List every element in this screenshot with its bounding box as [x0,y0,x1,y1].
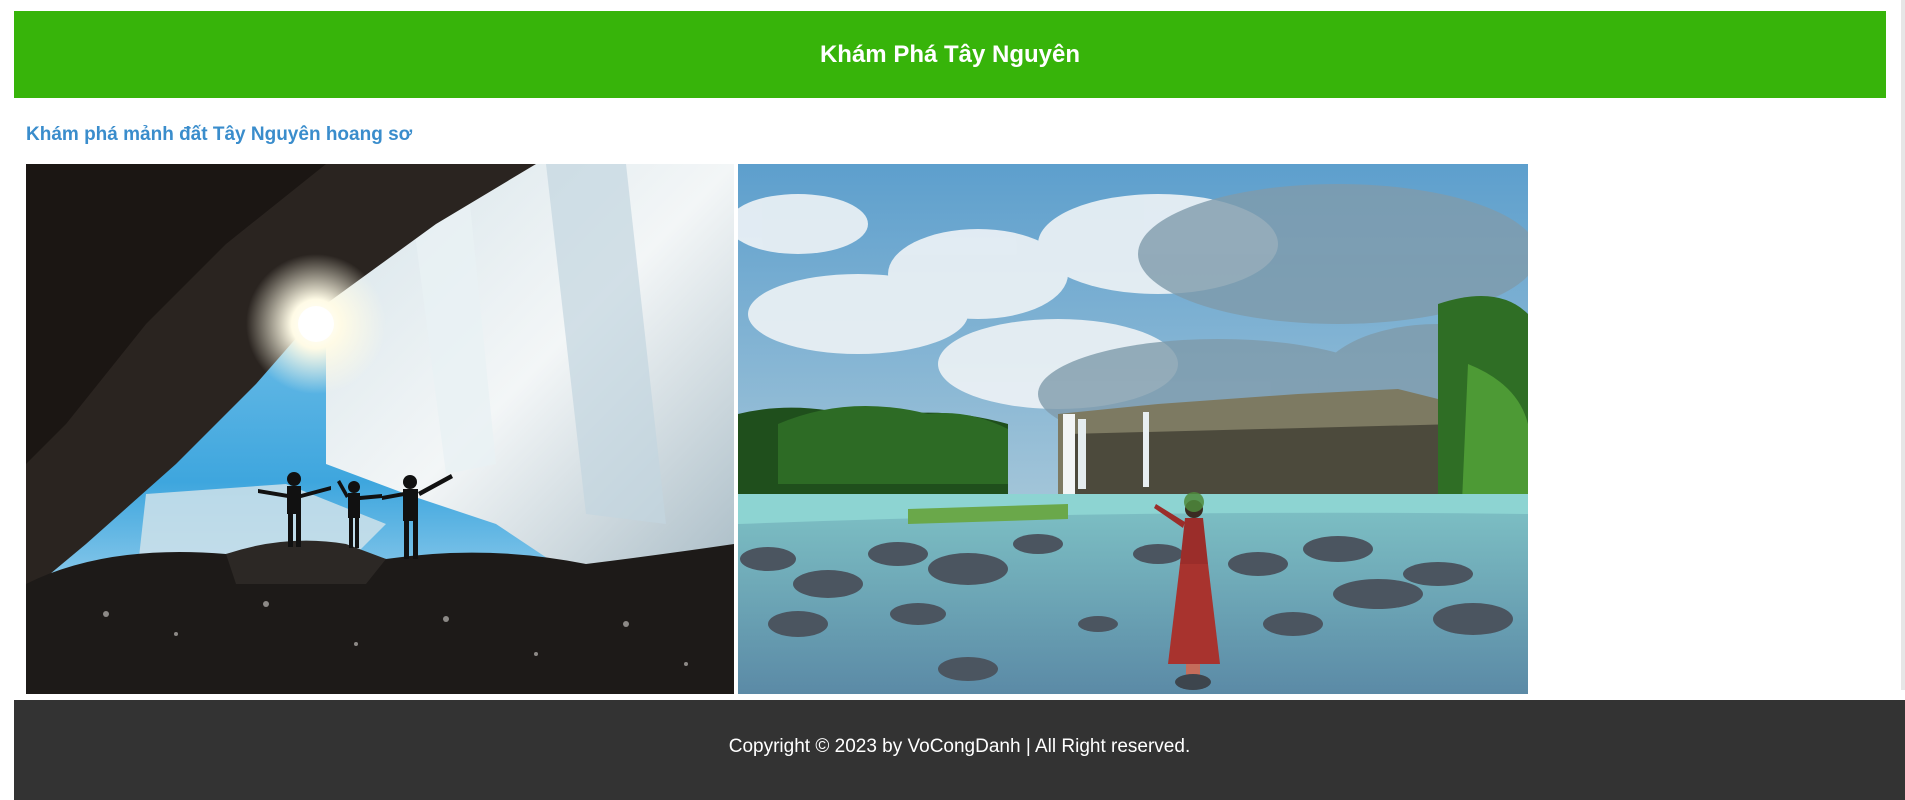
section-subtitle: Khám phá mảnh đất Tây Nguyên hoang sơ [26,124,413,145]
copyright-text: Copyright © 2023 by VoCongDanh | All Rig… [728,736,1191,757]
site-header: Khám Phá Tây Nguyên [14,11,1886,98]
river-waterfall-woman-photo [738,164,1528,694]
page-scrollbar[interactable] [1901,0,1905,690]
photo-gallery [26,164,1528,694]
site-footer: Copyright © 2023 by VoCongDanh | All Rig… [14,700,1905,800]
page: Khám Phá Tây Nguyên Khám phá mảnh đất Tâ… [0,0,1905,800]
page-title: Khám Phá Tây Nguyên [819,40,1081,68]
waterfall-cave-silhouettes-photo [26,164,734,694]
